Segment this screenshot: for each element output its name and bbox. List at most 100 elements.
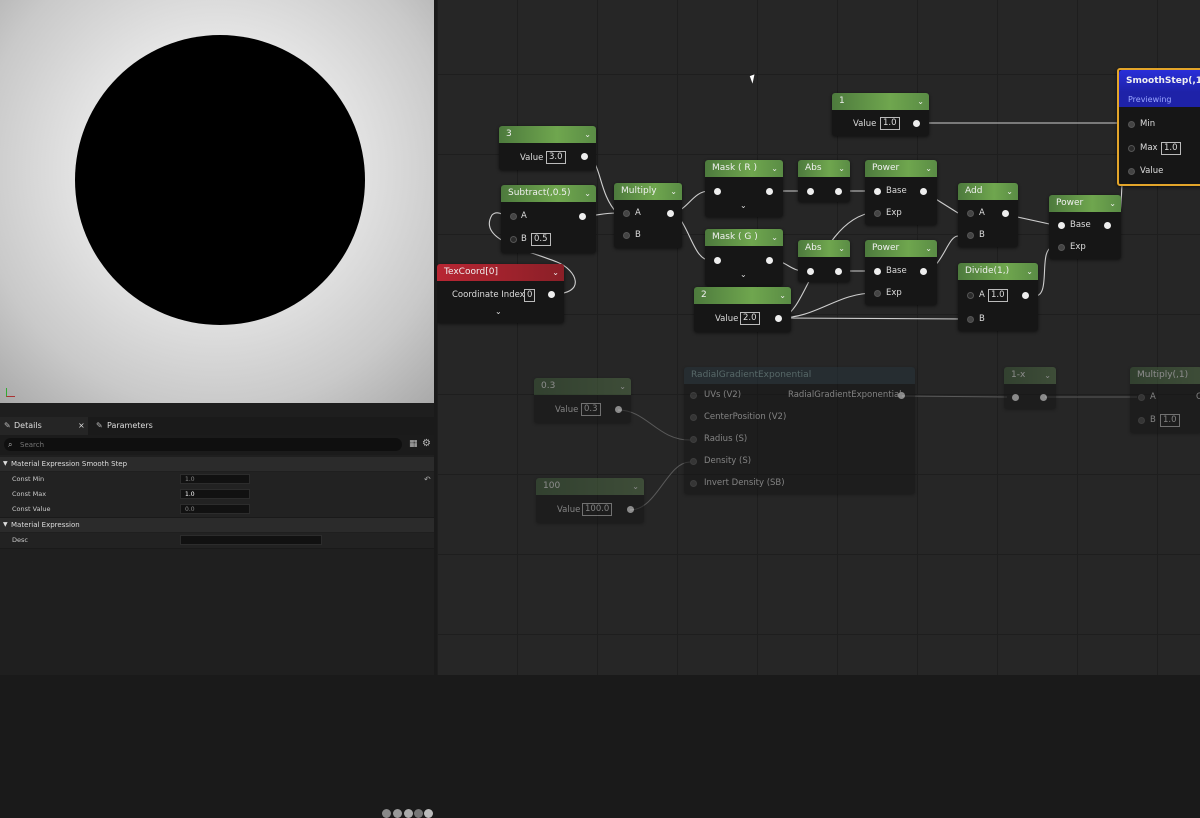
output-pin[interactable] [766, 257, 773, 264]
input-pin[interactable] [690, 458, 697, 465]
tab-parameters[interactable]: ✎ Parameters [92, 417, 172, 435]
node-header[interactable]: Abs ⌄ [798, 160, 850, 177]
node-header[interactable]: Divide(1,) ⌄ [958, 263, 1038, 280]
node-texcoord[interactable]: TexCoord[0] ⌄ Coordinate Index 0 ⌄ [437, 264, 564, 323]
node-header[interactable]: Abs ⌄ [798, 240, 850, 257]
node-power[interactable]: Power ⌄ Base Exp [865, 160, 937, 225]
input-pin[interactable] [690, 414, 697, 421]
output-pin[interactable] [920, 268, 927, 275]
node-radial-gradient-exponential[interactable]: RadialGradientExponential RadialGradient… [684, 367, 915, 494]
input-pin-b[interactable] [1138, 417, 1145, 424]
const-max-input[interactable]: 1.0 [180, 489, 250, 499]
node-header[interactable]: Mask ( R ) ⌄ [705, 160, 783, 177]
search-input[interactable] [20, 438, 390, 451]
chevron-down-icon[interactable]: ⌄ [495, 307, 502, 316]
output-pin[interactable] [667, 210, 674, 217]
node-header[interactable]: Subtract(,0.5) ⌄ [501, 185, 596, 202]
output-pin[interactable] [1002, 210, 1009, 217]
section-header-smooth-step[interactable]: ▼ Material Expression Smooth Step [0, 457, 434, 471]
output-pin[interactable] [1104, 222, 1111, 229]
preview-cube-icon[interactable] [414, 809, 423, 818]
chevron-down-icon[interactable]: ⌄ [1044, 367, 1051, 384]
node-add[interactable]: Add ⌄ A B [958, 183, 1018, 247]
output-pin[interactable] [766, 188, 773, 195]
input-pin-exp[interactable] [874, 210, 881, 217]
input-pin-exp[interactable] [1058, 244, 1065, 251]
node-constant-100[interactable]: 100 ⌄ Value 100.0 [536, 478, 644, 523]
output-pin[interactable] [775, 315, 782, 322]
chevron-down-icon[interactable]: ⌄ [1109, 195, 1116, 212]
output-pin[interactable] [898, 392, 905, 399]
preview-cylinder-icon[interactable] [382, 809, 391, 818]
output-pin[interactable] [835, 188, 842, 195]
value-box[interactable]: 3.0 [546, 151, 566, 164]
chevron-down-icon[interactable]: ⌄ [917, 93, 924, 110]
table-view-icon[interactable]: ▦ [409, 439, 418, 449]
const-min-input[interactable]: 1.0 [180, 474, 250, 484]
node-multiply[interactable]: Multiply ⌄ A B [614, 183, 682, 248]
chevron-down-icon[interactable]: ⌄ [584, 185, 591, 202]
input-pin-a[interactable] [967, 292, 974, 299]
chevron-down-icon[interactable]: ⌄ [838, 160, 845, 177]
chevron-down-icon[interactable]: ⌄ [584, 126, 591, 143]
node-constant-0-3[interactable]: 0.3 ⌄ Value 0.3 [534, 378, 631, 423]
output-pin[interactable] [581, 153, 588, 160]
node-header[interactable]: Multiply(,1) [1130, 367, 1200, 384]
input-pin-a[interactable] [623, 210, 630, 217]
preview-custom-mesh-icon[interactable] [424, 809, 433, 818]
value-box[interactable]: 0.5 [531, 233, 551, 246]
output-pin[interactable] [615, 406, 622, 413]
chevron-down-icon[interactable]: ⌄ [552, 264, 559, 281]
chevron-down-icon[interactable]: ⌄ [1026, 263, 1033, 280]
node-header[interactable]: Mask ( G ) ⌄ [705, 229, 783, 246]
input-pin-min[interactable] [1128, 121, 1135, 128]
node-mask-r[interactable]: Mask ( R ) ⌄ ⌄ [705, 160, 783, 217]
desc-input[interactable] [180, 535, 322, 545]
node-multiply-1[interactable]: Multiply(,1) A C B 1.0 [1130, 367, 1200, 433]
chevron-down-icon[interactable]: ⌄ [925, 240, 932, 257]
input-pin[interactable] [807, 268, 814, 275]
input-pin[interactable] [1012, 394, 1019, 401]
chevron-down-icon[interactable]: ⌄ [771, 229, 778, 246]
node-header[interactable]: SmoothStep(,1,) [1119, 70, 1200, 92]
input-pin[interactable] [714, 257, 721, 264]
node-mask-g[interactable]: Mask ( G ) ⌄ ⌄ [705, 229, 783, 286]
node-subtract[interactable]: Subtract(,0.5) ⌄ A B 0.5 [501, 185, 596, 253]
input-pin-exp[interactable] [874, 290, 881, 297]
node-abs[interactable]: Abs ⌄ [798, 240, 850, 282]
chevron-down-icon[interactable]: ⌄ [619, 378, 626, 395]
value-box[interactable]: 2.0 [740, 312, 760, 325]
value-box[interactable]: 1.0 [988, 289, 1008, 302]
node-power[interactable]: Power ⌄ Base Exp [865, 240, 937, 305]
input-pin[interactable] [690, 392, 697, 399]
output-pin[interactable] [1040, 394, 1047, 401]
node-header[interactable]: 1 ⌄ [832, 93, 929, 110]
preview-viewport[interactable] [0, 0, 434, 403]
chevron-down-icon[interactable]: ⌄ [771, 160, 778, 177]
node-header[interactable]: Power ⌄ [865, 160, 937, 177]
input-pin-b[interactable] [510, 236, 517, 243]
input-pin-max[interactable] [1128, 145, 1135, 152]
preview-sphere-icon[interactable] [393, 809, 402, 818]
chevron-down-icon[interactable]: ⌄ [838, 240, 845, 257]
value-box[interactable]: 0.3 [581, 403, 601, 416]
node-smoothstep[interactable]: SmoothStep(,1,) Previewing Min Max 1.0 V… [1117, 68, 1200, 186]
input-pin[interactable] [714, 188, 721, 195]
node-constant-2[interactable]: 2 ⌄ Value 2.0 [694, 287, 791, 332]
value-box[interactable]: 1.0 [1160, 414, 1180, 427]
input-pin-value[interactable] [1128, 168, 1135, 175]
chevron-down-icon[interactable]: ⌄ [670, 183, 677, 200]
input-pin-base[interactable] [874, 188, 881, 195]
output-pin[interactable] [627, 506, 634, 513]
value-box[interactable]: 1.0 [1161, 142, 1181, 155]
input-pin[interactable] [690, 480, 697, 487]
output-pin[interactable] [920, 188, 927, 195]
material-graph[interactable]: 1 ⌄ Value 1.0 3 ⌄ Value 3.0 Subtract(,0.5)… [437, 0, 1200, 675]
input-pin-a[interactable] [967, 210, 974, 217]
reset-arrow-icon[interactable]: ↶ [424, 472, 431, 487]
chevron-down-icon[interactable]: ⌄ [740, 201, 747, 210]
node-header[interactable]: Power ⌄ [865, 240, 937, 257]
input-pin-a[interactable] [1138, 394, 1145, 401]
input-pin[interactable] [690, 436, 697, 443]
node-header[interactable]: 100 ⌄ [536, 478, 644, 495]
